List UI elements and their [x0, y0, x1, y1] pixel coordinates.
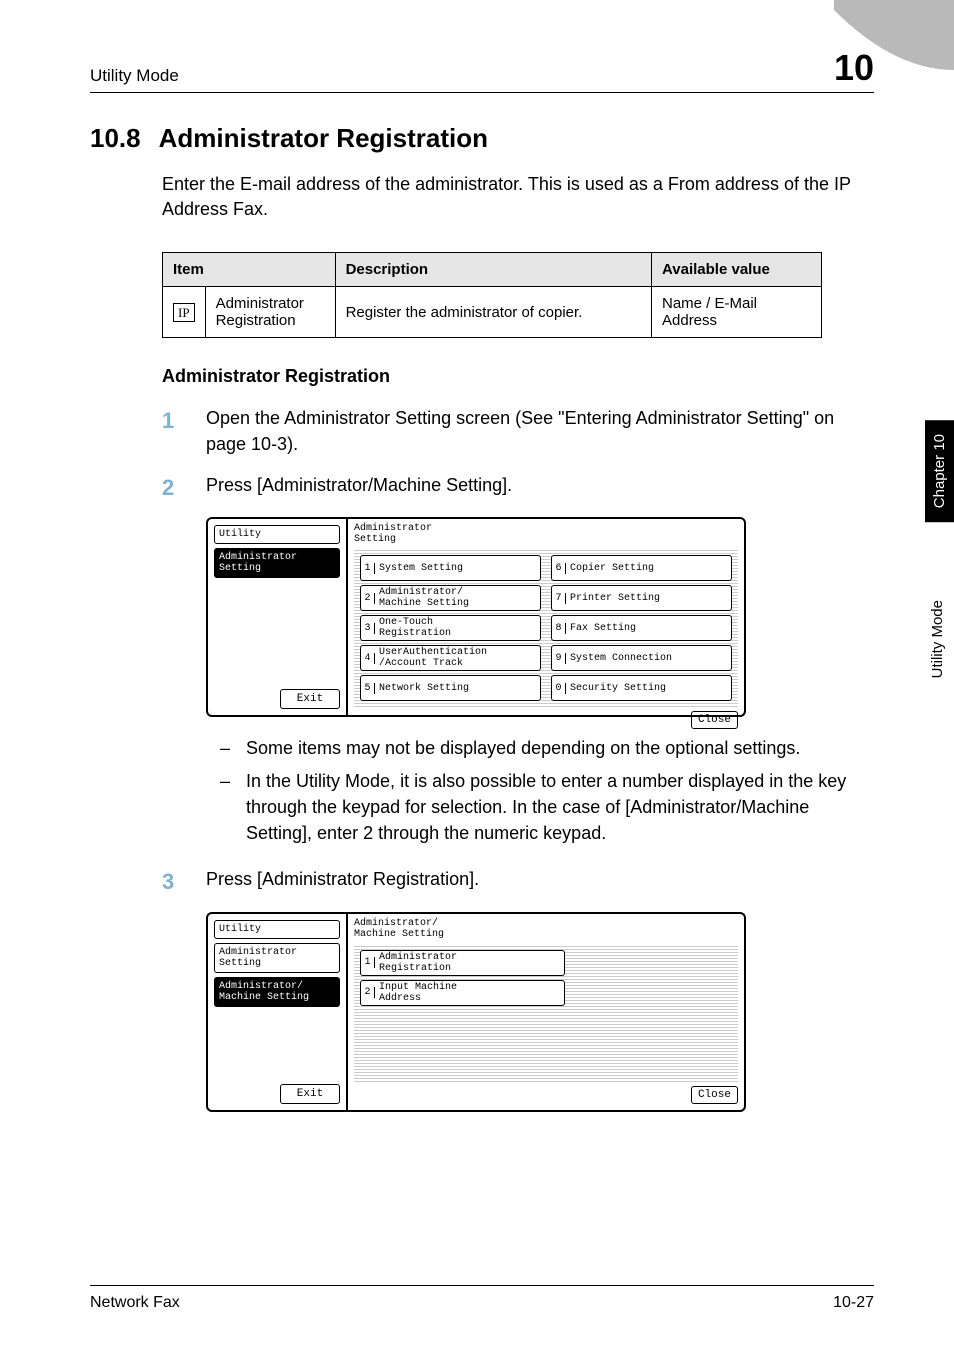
screen1-btn-copier-setting[interactable]: 6Copier Setting	[551, 555, 732, 581]
header-section-label: Utility Mode	[90, 66, 179, 86]
th-avail: Available value	[652, 253, 822, 287]
step-2: 2 Press [Administrator/Machine Setting].	[162, 472, 874, 504]
step-3-text: Press [Administrator Registration].	[206, 866, 874, 898]
footer-right: 10-27	[833, 1294, 874, 1312]
step-1-number: 1	[162, 405, 206, 457]
screen2-admin-machine-tab[interactable]: Administrator/ Machine Setting	[214, 977, 340, 1007]
screen1-btn-security-setting[interactable]: 0Security Setting	[551, 675, 732, 701]
screen1-admin-setting-tab[interactable]: Administrator Setting	[214, 548, 340, 578]
screen2-button-grid: 1Administrator Registration 2Input Machi…	[354, 944, 738, 1082]
screen1-btn-onetouch-registration[interactable]: 3One-Touch Registration	[360, 615, 541, 641]
th-item: Item	[163, 253, 336, 287]
cell-avail: Name / E-Mail Address	[652, 287, 822, 338]
th-desc: Description	[335, 253, 651, 287]
step-1-text: Open the Administrator Setting screen (S…	[206, 405, 874, 457]
step-2-text: Press [Administrator/Machine Setting].	[206, 472, 874, 504]
chapter-number: 10	[834, 50, 874, 86]
page-footer: Network Fax 10-27	[90, 1285, 874, 1312]
spec-table: Item Description Available value IP Admi…	[162, 252, 822, 338]
screen1-btn-printer-setting[interactable]: 7Printer Setting	[551, 585, 732, 611]
cell-desc: Register the administrator of copier.	[335, 287, 651, 338]
note-1: Some items may not be displayed dependin…	[246, 735, 874, 761]
screen1-btn-fax-setting[interactable]: 8Fax Setting	[551, 615, 732, 641]
screen1-btn-system-connection[interactable]: 9System Connection	[551, 645, 732, 671]
cell-item: Administrator Registration	[205, 287, 335, 338]
note-2: In the Utility Mode, it is also possible…	[246, 768, 874, 846]
screen1-utility-tab[interactable]: Utility	[214, 525, 340, 544]
intro-paragraph: Enter the E-mail address of the administ…	[162, 172, 874, 222]
screen2-utility-tab[interactable]: Utility	[214, 920, 340, 939]
section-number: 10.8	[90, 123, 141, 153]
footer-left: Network Fax	[90, 1294, 180, 1312]
screen1-exit-button[interactable]: Exit	[280, 689, 340, 709]
screen2-exit-button[interactable]: Exit	[280, 1084, 340, 1104]
ip-badge: IP	[173, 303, 195, 322]
screen1-button-grid: 1System Setting 6Copier Setting 2Adminis…	[354, 549, 738, 707]
screen2-btn-admin-registration[interactable]: 1Administrator Registration	[360, 950, 565, 976]
screen2-close-button[interactable]: Close	[691, 1086, 738, 1104]
table-row: IP Administrator Registration Register t…	[163, 287, 822, 338]
screen1-close-button[interactable]: Close	[691, 711, 738, 729]
section-heading: 10.8 Administrator Registration	[90, 123, 874, 154]
screen1-btn-admin-machine-setting[interactable]: 2Administrator/ Machine Setting	[360, 585, 541, 611]
screen1-btn-system-setting[interactable]: 1System Setting	[360, 555, 541, 581]
step-1: 1 Open the Administrator Setting screen …	[162, 405, 874, 457]
notes-list: Some items may not be displayed dependin…	[206, 735, 874, 845]
screen1-btn-network-setting[interactable]: 5Network Setting	[360, 675, 541, 701]
admin-setting-screen: Utility Administrator Setting Exit Admin…	[206, 517, 746, 717]
screen2-title: Administrator/ Machine Setting	[354, 918, 738, 940]
screen1-btn-userauth-account[interactable]: 4UserAuthentication /Account Track	[360, 645, 541, 671]
screen2-btn-input-machine-address[interactable]: 2Input Machine Address	[360, 980, 565, 1006]
admin-machine-setting-screen: Utility Administrator Setting Administra…	[206, 912, 746, 1112]
section-title-text: Administrator Registration	[159, 123, 488, 153]
sub-heading: Administrator Registration	[162, 366, 874, 387]
screen2-admin-setting-tab[interactable]: Administrator Setting	[214, 943, 340, 973]
step-2-number: 2	[162, 472, 206, 504]
step-3-number: 3	[162, 866, 206, 898]
screen1-title: Administrator Setting	[354, 523, 738, 545]
step-3: 3 Press [Administrator Registration].	[162, 866, 874, 898]
